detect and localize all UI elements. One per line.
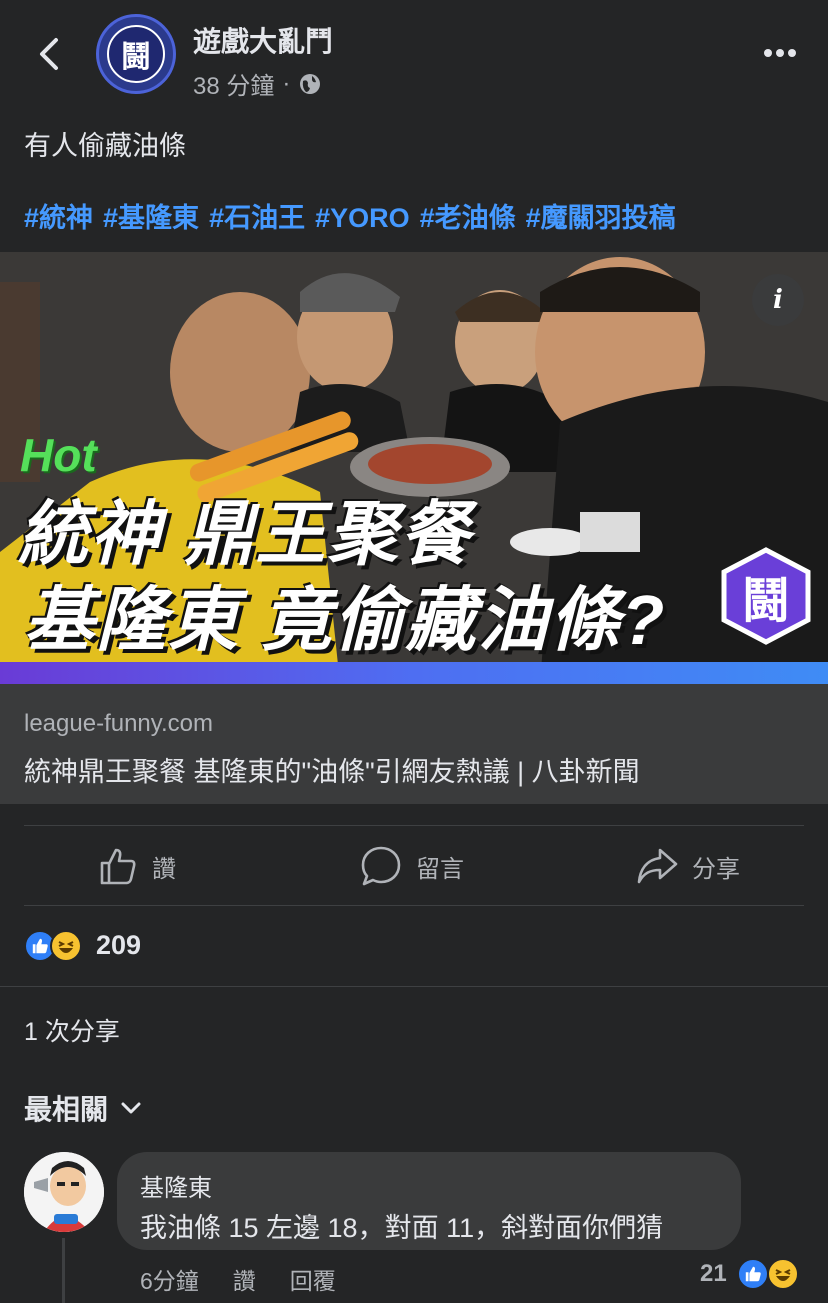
page-name[interactable]: 遊戲大亂鬥: [193, 20, 333, 60]
post-text: 有人偷藏油條: [24, 131, 186, 161]
comment-bubble-icon: [361, 846, 401, 886]
comment-author[interactable]: 基隆東: [140, 1168, 212, 1203]
page-avatar-glyph: 鬪: [107, 25, 165, 83]
comment-label: 留言: [416, 855, 464, 883]
image-hot-label: Hot: [20, 429, 97, 481]
more-options-button[interactable]: [760, 40, 800, 66]
share-button[interactable]: 分享: [636, 844, 740, 888]
divider: [24, 825, 804, 826]
hashtag-link[interactable]: #統神: [24, 203, 93, 233]
link-domain: league-funny.com: [24, 710, 213, 737]
share-label: 分享: [692, 855, 740, 883]
hashtag-link[interactable]: #老油條: [420, 203, 516, 233]
comment-sort-dropdown[interactable]: 最相關: [24, 1088, 142, 1128]
haha-reaction-icon: [766, 1258, 799, 1290]
hashtag-link[interactable]: #石油王: [209, 203, 305, 233]
haha-reaction-icon: [50, 930, 82, 962]
image-bottom-stripe: [0, 662, 828, 684]
reaction-icons[interactable]: [24, 930, 82, 964]
comment-reactions[interactable]: 21: [700, 1258, 799, 1290]
like-label: 讚: [152, 855, 176, 883]
comment-meta: 6分鐘 讚 回覆: [140, 1262, 336, 1296]
cartoon-avatar-icon: [24, 1152, 104, 1232]
comment-text: 我油條 15 左邊 18，對面 11，斜對面你們猜: [140, 1213, 664, 1243]
thread-line: [62, 1238, 65, 1303]
globe-icon: [300, 73, 321, 94]
like-button[interactable]: 讚: [98, 844, 176, 888]
comment-button[interactable]: 留言: [360, 844, 464, 888]
chevron-left-icon: [40, 38, 58, 70]
share-arrow-icon: [637, 848, 678, 884]
chevron-down-icon: [121, 1102, 141, 1114]
post-meta: 38 分鐘 ·: [193, 66, 322, 101]
divider: [24, 905, 804, 906]
image-headline-line2: 基隆東 竟偷藏油條?: [24, 581, 667, 659]
like-reaction-icon: [736, 1258, 769, 1290]
thumbs-up-icon: [100, 848, 136, 885]
hashtag-link[interactable]: #YORO: [315, 203, 410, 233]
info-button[interactable]: i: [752, 274, 804, 326]
reaction-count[interactable]: 209: [96, 930, 141, 961]
commenter-avatar[interactable]: [24, 1152, 104, 1232]
link-title[interactable]: 統神鼎王聚餐 基隆東的"油條"引網友熱議 | 八卦新聞: [24, 750, 640, 789]
hashtag-link[interactable]: #魔關羽投稿: [526, 203, 676, 233]
hashtag-list: #統神 #基隆東 #石油王 #YORO #老油條 #魔關羽投稿: [24, 196, 686, 235]
share-count[interactable]: 1 次分享: [24, 1012, 120, 1048]
divider: [0, 986, 828, 987]
brand-logo-badge: 鬪: [716, 546, 816, 646]
hashtag-link[interactable]: #基隆東: [103, 203, 199, 233]
sort-label: 最相關: [24, 1094, 109, 1125]
more-dots-icon: [764, 49, 796, 57]
post-time[interactable]: 38 分鐘: [193, 66, 274, 101]
comment-reaction-count: 21: [700, 1260, 727, 1287]
info-icon: i: [773, 285, 783, 315]
comment-like-button[interactable]: 讚: [233, 1262, 256, 1296]
page-avatar[interactable]: 鬪: [96, 14, 176, 94]
back-button[interactable]: [30, 34, 70, 74]
comment-time[interactable]: 6分鐘: [140, 1262, 199, 1296]
meta-separator: ·: [282, 69, 291, 97]
comment-reply-button[interactable]: 回覆: [290, 1262, 336, 1296]
brand-logo-glyph: 鬪: [741, 575, 790, 628]
